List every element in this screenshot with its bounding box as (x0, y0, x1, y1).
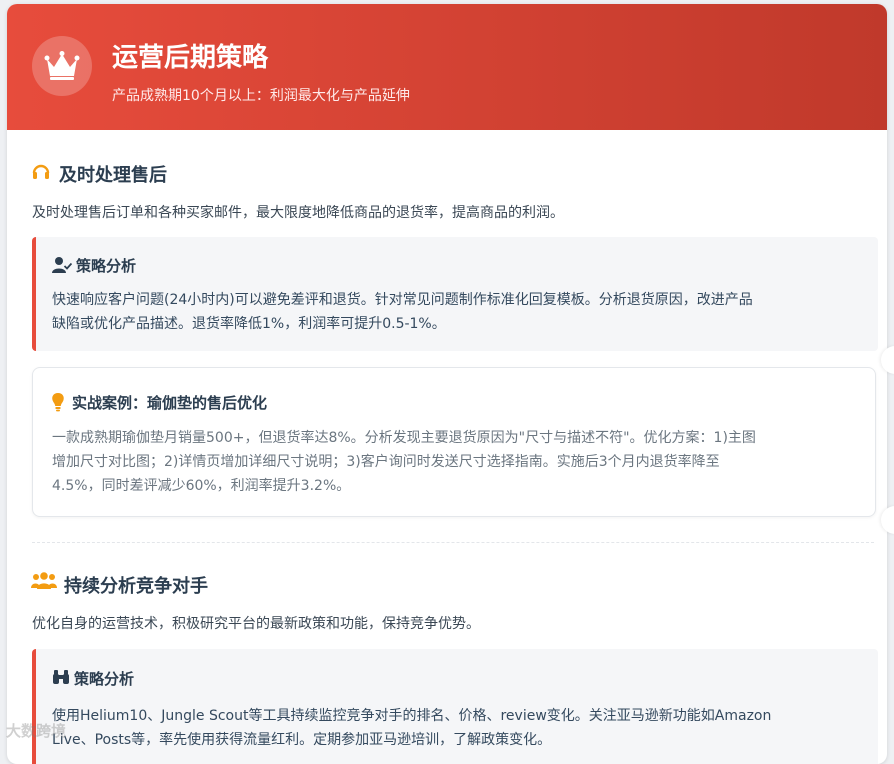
analysis-title-2: 策略分析 (74, 670, 135, 688)
strategy-analysis-box: 策略分析 快速响应客户问题(24小时内)可以避免差评和退货。针对常见问题制作标准… (32, 237, 878, 351)
case-title: 实战案例：瑜伽垫的售后优化 (72, 394, 268, 412)
section-title-competitor: 持续分析竞争对手 (64, 576, 208, 597)
page-title: 运营后期策略 (112, 43, 269, 73)
case-body: 一款成熟期瑜伽垫月销量500+，但退货率达8%。分析发现主要退货原因为"尺寸与描… (52, 430, 756, 494)
section-divider (32, 542, 874, 543)
card-header: 运营后期策略 产品成熟期10个月以上：利润最大化与产品延伸 (7, 4, 887, 130)
binoculars-icon (53, 670, 69, 684)
page-subtitle: 产品成熟期10个月以上：利润最大化与产品延伸 (112, 88, 410, 104)
user-check-icon (52, 257, 72, 273)
users-icon (31, 572, 57, 589)
strategy-analysis-box-2: 策略分析 使用Helium10、Jungle Scout等工具持续监控竞争对手的… (32, 649, 878, 764)
headset-icon (32, 164, 50, 179)
crown-badge (32, 36, 92, 96)
crown-icon (44, 51, 80, 80)
strategy-card: 运营后期策略 产品成熟期10个月以上：利润最大化与产品延伸 及时处理售后 及时处… (7, 4, 887, 764)
watermark: 大数跨境 (6, 722, 67, 740)
section-desc-after-sales: 及时处理售后订单和各种买家邮件，最大限度地降低商品的退货率，提高商品的利润。 (32, 205, 564, 221)
section-title-after-sales: 及时处理售后 (59, 165, 167, 186)
section-desc-competitor: 优化自身的运营技术，积极研究平台的最新政策和功能，保持竞争优势。 (32, 616, 480, 632)
lightbulb-icon (52, 393, 64, 412)
case-study-box: 实战案例：瑜伽垫的售后优化 一款成熟期瑜伽垫月销量500+，但退货率达8%。分析… (32, 367, 876, 517)
analysis-title: 策略分析 (76, 257, 137, 275)
analysis-body: 快速响应客户问题(24小时内)可以避免差评和退货。针对常见问题制作标准化回复模板… (52, 292, 753, 332)
analysis-body-2: 使用Helium10、Jungle Scout等工具持续监控竞争对手的排名、价格… (52, 708, 772, 748)
